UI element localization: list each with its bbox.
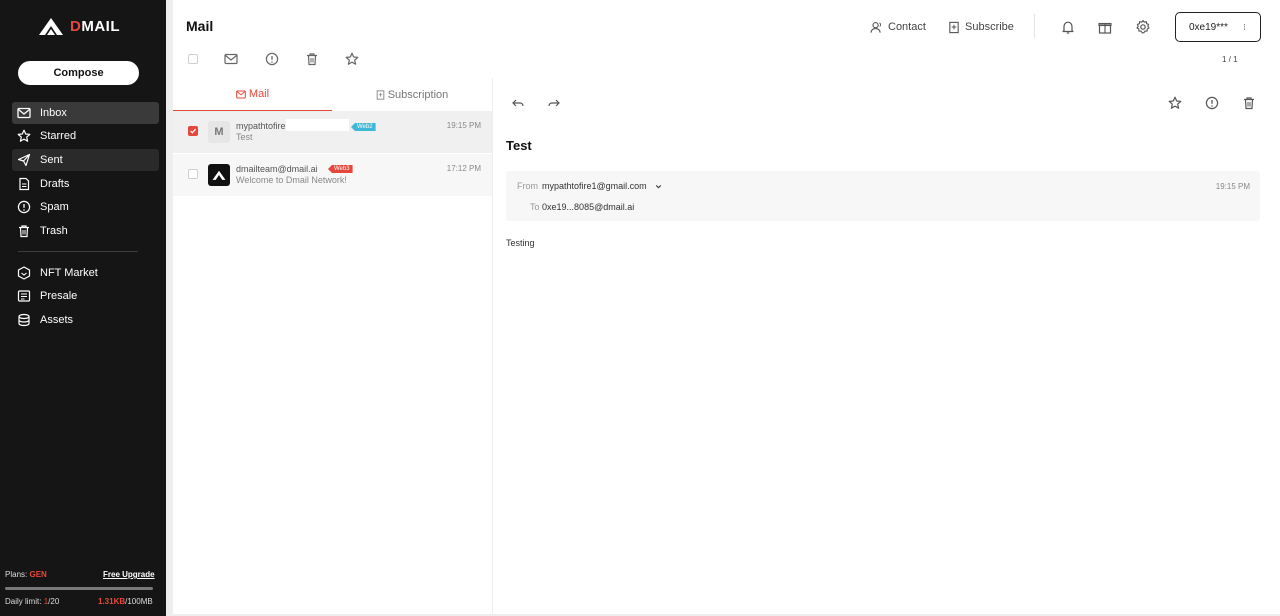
sidebar-item-label: Drafts: [40, 178, 70, 190]
drafts-icon: [19, 177, 30, 191]
mail-time: 19:15 PM: [1215, 182, 1250, 191]
account-button[interactable]: 0xe19*** ⁝: [1175, 12, 1261, 42]
assets-icon: [18, 313, 30, 327]
sidebar-item-label: Inbox: [40, 107, 67, 119]
contact-icon: [870, 21, 882, 33]
mail-time: 19:15 PM: [446, 121, 481, 130]
subscribe-button[interactable]: Subscribe: [948, 19, 1014, 35]
dmail-logo-icon: [39, 18, 63, 35]
spam-icon: [17, 200, 31, 214]
sidebar-item-label: Sent: [40, 154, 63, 166]
check-icon: [190, 128, 197, 134]
send-icon: [17, 153, 31, 167]
redacted-area: [286, 119, 349, 131]
gift-icon[interactable]: [1097, 19, 1113, 35]
report-spam-icon[interactable]: [265, 52, 279, 66]
pagination: 1 / 1: [1222, 55, 1238, 64]
sidebar-item-assets[interactable]: Assets: [12, 309, 159, 331]
dmail-logo-icon: [212, 170, 226, 180]
mail-time: 17:12 PM: [446, 164, 481, 173]
usage-bar: [5, 587, 153, 590]
tab-subscription[interactable]: Subscription: [332, 78, 492, 111]
bookmark-icon: [949, 21, 959, 33]
delete-icon[interactable]: [305, 52, 319, 66]
mark-read-icon[interactable]: [224, 52, 238, 66]
sidebar-item-drafts[interactable]: Drafts: [12, 173, 159, 195]
row-checkbox[interactable]: [188, 126, 198, 136]
chevron-down-icon[interactable]: [654, 182, 663, 191]
sidebar-item-trash[interactable]: Trash: [12, 220, 159, 242]
tab-mail[interactable]: Mail: [173, 78, 332, 111]
daily-limit: Daily limit: 1/20: [5, 597, 60, 606]
sidebar-item-label: Spam: [40, 201, 69, 213]
delete-icon[interactable]: [1242, 96, 1256, 110]
mail-body: Testing: [506, 238, 535, 248]
compose-button[interactable]: Compose: [18, 61, 139, 85]
account-address: 0xe19***: [1189, 21, 1228, 33]
sidebar-item-sent[interactable]: Sent: [12, 149, 159, 171]
storage-usage: 1.31KB/100MB: [98, 597, 153, 606]
sender: mypathtofire: [236, 121, 286, 131]
sidebar-item-label: NFT Market: [40, 267, 98, 279]
sidebar-divider: [18, 251, 138, 252]
bell-icon[interactable]: [1060, 19, 1076, 35]
mail-list-panel: Mail Subscription M mypathtofire Web2 Te…: [173, 78, 492, 614]
from-line: From mypathtofire1@gmail.com: [517, 181, 663, 191]
sidebar-item-nft-market[interactable]: NFT Market: [12, 262, 159, 284]
mail-icon: [236, 90, 246, 98]
sidebar-item-starred[interactable]: Starred: [12, 125, 159, 147]
bookmark-icon: [376, 89, 385, 100]
sender: dmailteam@dmail.ai: [236, 164, 318, 174]
select-all-checkbox[interactable]: [188, 54, 198, 64]
top-header: Mail Contact Subscribe 0xe19*** ⁝ 1 / 1: [173, 0, 1280, 78]
mail-list-item[interactable]: M mypathtofire Web2 Test 19:15 PM: [173, 111, 492, 153]
reply-icon[interactable]: [511, 96, 525, 110]
mail-list-item[interactable]: dmailteam@dmail.ai Web3 Welcome to Dmail…: [173, 154, 492, 196]
sidebar-item-label: Trash: [40, 225, 68, 237]
sidebar-item-spam[interactable]: Spam: [12, 196, 159, 218]
from-address[interactable]: mypathtofire1@gmail.com: [542, 181, 647, 191]
contact-button[interactable]: Contact: [870, 19, 926, 35]
web2-badge: Web2: [351, 123, 376, 131]
sidebar-item-label: Assets: [40, 314, 74, 326]
free-upgrade-link[interactable]: Free Upgrade: [103, 570, 155, 579]
sidebar-item-label: Starred: [40, 130, 77, 142]
nft-icon: [17, 266, 31, 280]
header-divider: [1034, 14, 1035, 38]
sidebar-item-inbox[interactable]: Inbox: [12, 102, 159, 124]
settings-icon[interactable]: [1135, 19, 1151, 35]
web3-badge: Web3: [328, 165, 353, 173]
report-spam-icon[interactable]: [1205, 96, 1219, 110]
to-line: To 0xe19...8085@dmail.ai: [530, 202, 635, 212]
forward-icon[interactable]: [547, 96, 561, 110]
more-icon: ⁝: [1243, 22, 1246, 32]
star-icon: [17, 129, 31, 142]
sidebar-item-presale[interactable]: Presale: [12, 285, 159, 307]
mail-reader-panel: Test From mypathtofire1@gmail.com To 0xe…: [493, 78, 1280, 614]
sidebar: DMAIL Compose Inbox Starred Sent Drafts …: [0, 0, 166, 616]
mail-meta: From mypathtofire1@gmail.com To 0xe19...…: [506, 171, 1260, 221]
sidebar-item-label: Presale: [40, 290, 78, 302]
logo-text: DMAIL: [70, 17, 121, 35]
inbox-icon: [17, 107, 31, 119]
to-address: 0xe19...8085@dmail.ai: [542, 202, 635, 212]
mail-subject-heading: Test: [506, 138, 532, 153]
avatar: M: [208, 121, 230, 143]
presale-icon: [17, 290, 31, 302]
row-checkbox[interactable]: [188, 169, 198, 179]
plan-name: GEN: [29, 570, 47, 579]
star-icon[interactable]: [345, 52, 359, 66]
plan-info: Plans: GEN: [5, 570, 47, 579]
mail-subject: Welcome to Dmail Network!: [236, 175, 347, 185]
dmail-avatar: [208, 164, 230, 186]
mail-subject: Test: [236, 132, 253, 142]
page-title: Mail: [186, 18, 214, 34]
star-icon[interactable]: [1168, 96, 1182, 110]
dmail-logo[interactable]: DMAIL: [38, 14, 120, 38]
trash-icon: [19, 225, 29, 238]
